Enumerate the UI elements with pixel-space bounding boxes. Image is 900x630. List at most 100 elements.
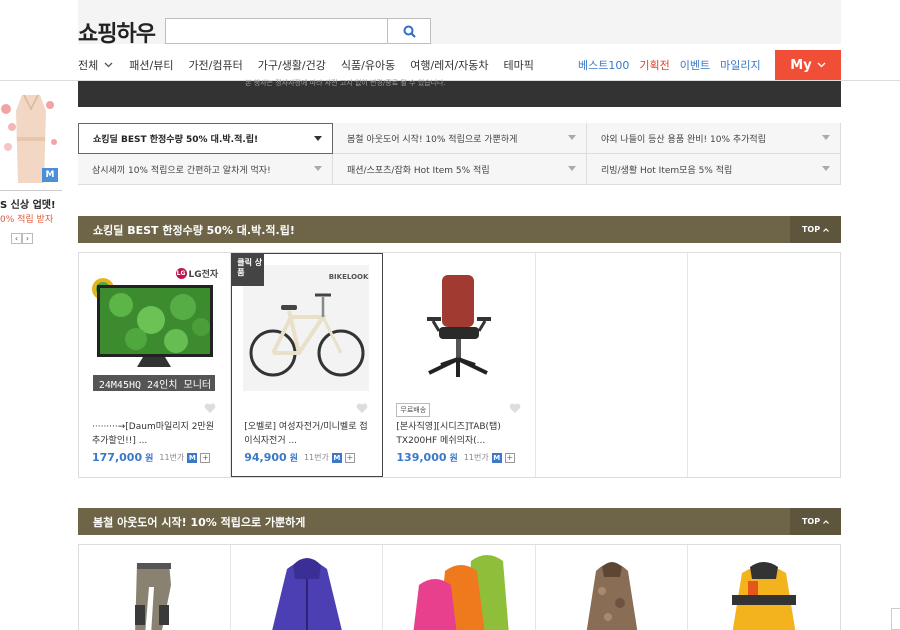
nav-link-mileage[interactable]: 마일리지 bbox=[720, 57, 760, 73]
tab-label: 삼시세끼 10% 적립으로 간편하고 알차게 먹자! bbox=[92, 165, 271, 176]
prev-button[interactable]: ‹ bbox=[11, 233, 22, 244]
top-button[interactable]: TOP bbox=[790, 508, 841, 535]
dropdown-arrow-icon bbox=[314, 166, 322, 171]
empty-product-slot bbox=[688, 253, 840, 477]
promo-banner[interactable] bbox=[78, 81, 841, 107]
product-card[interactable] bbox=[688, 545, 840, 630]
next-button[interactable]: › bbox=[22, 233, 33, 244]
brand-logo: LG LG전자 bbox=[175, 267, 219, 280]
nav-item-travel[interactable]: 여행/레저/자동차 bbox=[410, 57, 488, 73]
product-card[interactable] bbox=[231, 545, 384, 630]
product-grid-outdoor bbox=[78, 544, 841, 630]
nav-item-theme[interactable]: 테마픽 bbox=[503, 57, 533, 73]
price-value: 139,000 bbox=[396, 451, 447, 464]
sidebar-divider bbox=[0, 190, 62, 191]
product-image[interactable] bbox=[688, 545, 840, 630]
price-unit: 원 bbox=[449, 454, 458, 464]
tab-hiking[interactable]: 야외 나들이 등산 용품 완비! 10% 추가적립 bbox=[587, 123, 841, 154]
tab-label: 리빙/생활 Hot Item모음 5% 적립 bbox=[601, 165, 733, 176]
nav-item-food[interactable]: 식품/유아동 bbox=[341, 57, 395, 73]
mileage-icon: M bbox=[187, 452, 198, 463]
chevron-down-icon bbox=[104, 62, 113, 68]
add-icon[interactable]: + bbox=[200, 452, 211, 463]
nav-right-links: 베스트100 기획전 이벤트 마일리지 bbox=[578, 50, 771, 80]
section-title: 쇼킹딜 BEST 한정수량 50% 대.박.적.립! bbox=[93, 223, 295, 237]
chevron-up-icon bbox=[823, 519, 829, 524]
add-icon[interactable]: + bbox=[504, 452, 515, 463]
nav-link-special[interactable]: 기획전 bbox=[639, 57, 669, 73]
tab-food[interactable]: 삼시세끼 10% 적립으로 간편하고 알차게 먹자! bbox=[78, 154, 333, 185]
brand-logo: BIKELOOK bbox=[328, 273, 369, 281]
product-image[interactable] bbox=[79, 545, 231, 630]
sidebar-subtitle: 0% 적립 받자 bbox=[0, 215, 54, 225]
shop-name: 11번가 bbox=[303, 453, 329, 462]
my-label: My bbox=[790, 57, 812, 73]
price-unit: 원 bbox=[289, 454, 298, 464]
product-card[interactable] bbox=[536, 545, 688, 630]
my-button[interactable]: My bbox=[775, 50, 841, 80]
nav-item-electronics[interactable]: 가전/컴퓨터 bbox=[188, 57, 242, 73]
search-button[interactable] bbox=[387, 18, 431, 44]
add-icon[interactable]: + bbox=[344, 452, 355, 463]
heart-icon[interactable] bbox=[356, 403, 368, 414]
image-caption: 24M45HQ 24인치 모니터 bbox=[98, 380, 212, 391]
dropdown-arrow-icon bbox=[822, 135, 830, 140]
product-grid: LG LG전자 24M45HQ 24인치 모니터 ·········→[Daum마… bbox=[78, 252, 841, 478]
mileage-icon: M bbox=[331, 452, 342, 463]
product-price: 139,000 원 11번가 M + bbox=[396, 451, 515, 464]
sidebar-pager: ‹ › bbox=[11, 233, 33, 244]
heart-icon[interactable] bbox=[509, 403, 521, 414]
section-header-outdoor: 봄철 아웃도어 시작! 10% 적립으로 가뿐하게 TOP bbox=[78, 508, 841, 535]
top-label: TOP bbox=[801, 225, 821, 234]
tab-label: 야외 나들이 등산 용품 완비! 10% 추가적립 bbox=[601, 134, 766, 145]
mileage-icon: M bbox=[491, 452, 502, 463]
mileage-badge: M bbox=[42, 168, 58, 182]
brand-label: LG전자 bbox=[188, 270, 219, 280]
product-card[interactable]: BIKELOOK 클릭 상품 [오벨로] 여성자전거/미니벨로 접이식자전거 .… bbox=[231, 253, 384, 477]
sidebar-title[interactable]: S 신상 업뎃! bbox=[0, 196, 56, 211]
nav-link-best100[interactable]: 베스트100 bbox=[578, 57, 629, 73]
category-nav: 전체 패션/뷰티 가전/컴퓨터 가구/생활/건강 식품/유아동 여행/레저/자동… bbox=[78, 50, 549, 80]
product-image[interactable] bbox=[91, 265, 217, 391]
click-product-badge: 클릭 상품 bbox=[231, 253, 265, 286]
chevron-down-icon bbox=[817, 62, 826, 68]
search-icon bbox=[403, 25, 416, 38]
section-title: 봄철 아웃도어 시작! 10% 적립으로 가뿐하게 bbox=[93, 515, 306, 529]
tab-outdoor[interactable]: 봄철 아웃도어 시작! 10% 적립으로 가뿐하게 bbox=[333, 123, 587, 154]
nav-item-furniture[interactable]: 가구/생활/건강 bbox=[258, 57, 326, 73]
free-shipping-badge: 무료배송 bbox=[396, 403, 431, 417]
dropdown-arrow-icon bbox=[314, 136, 322, 141]
nav-all-button[interactable]: 전체 bbox=[78, 57, 113, 73]
product-image[interactable] bbox=[395, 265, 521, 391]
nav-link-event[interactable]: 이벤트 bbox=[680, 57, 710, 73]
dropdown-arrow-icon bbox=[568, 166, 576, 171]
tab-shocking-deal[interactable]: 쇼킹딜 BEST 한정수량 50% 대.박.적.립! bbox=[78, 123, 333, 154]
floating-widget-edge[interactable] bbox=[891, 608, 900, 630]
search-input[interactable] bbox=[165, 18, 388, 44]
product-card[interactable] bbox=[79, 545, 232, 630]
section-header-shocking-deal: 쇼킹딜 BEST 한정수량 50% 대.박.적.립! TOP bbox=[78, 216, 841, 243]
chevron-up-icon bbox=[823, 227, 829, 232]
price-value: 94,900 bbox=[244, 451, 287, 464]
price-unit: 원 bbox=[145, 454, 154, 464]
tab-fashion-sports[interactable]: 패션/스포츠/잡화 Hot Item 5% 적립 bbox=[333, 154, 587, 185]
tab-living[interactable]: 리빙/생활 Hot Item모음 5% 적립 bbox=[587, 154, 841, 185]
site-logo[interactable]: 쇼핑하우 bbox=[78, 16, 156, 48]
nav-item-fashion[interactable]: 패션/뷰티 bbox=[129, 57, 173, 73]
top-button[interactable]: TOP bbox=[790, 216, 841, 243]
nav-all-label: 전체 bbox=[78, 59, 99, 72]
product-name[interactable]: ·········→[Daum마일리지 2만원 추가할인!!] ... bbox=[92, 420, 220, 448]
product-price: 94,900 원 11번가 M + bbox=[244, 451, 355, 464]
product-image[interactable] bbox=[383, 545, 535, 630]
product-card[interactable] bbox=[383, 545, 536, 630]
category-tabs: 쇼킹딜 BEST 한정수량 50% 대.박.적.립! 봄철 아웃도어 시작! 1… bbox=[78, 123, 841, 185]
lg-logo-icon: LG bbox=[175, 268, 187, 279]
product-image[interactable] bbox=[231, 545, 383, 630]
product-image[interactable] bbox=[536, 545, 688, 630]
product-card[interactable]: LG LG전자 24M45HQ 24인치 모니터 ·········→[Daum마… bbox=[79, 253, 232, 477]
product-card[interactable]: 무료배송 [본사직영][시디즈]TAB(탭) TX200HF 메쉬의자(... … bbox=[383, 253, 536, 477]
product-name[interactable]: [본사직영][시디즈]TAB(탭) TX200HF 메쉬의자(... bbox=[396, 420, 524, 448]
banner-note: 본 행사는 정사사정에 따라 사전 고지 없이 변경/종료 될 수 있습니다. bbox=[245, 79, 446, 87]
heart-icon[interactable] bbox=[204, 403, 216, 414]
product-name[interactable]: [오벨로] 여성자전거/미니벨로 접이식자전거 ... bbox=[244, 420, 372, 448]
